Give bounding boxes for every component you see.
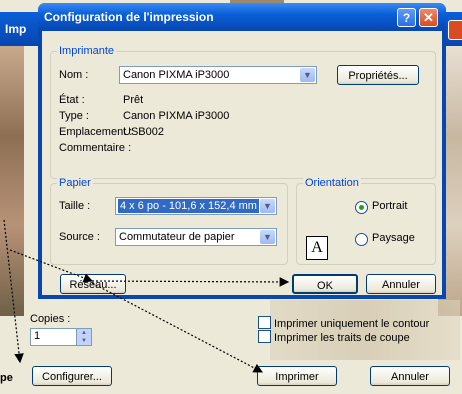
paper-size-label: Taille : xyxy=(59,200,91,212)
portrait-page-icon: A xyxy=(306,236,328,260)
ok-button[interactable]: OK xyxy=(292,274,358,294)
copies-label: Copies : xyxy=(30,313,71,325)
copies-value: 1 xyxy=(34,330,41,342)
network-button[interactable]: Réseau... xyxy=(60,274,126,294)
close-icon[interactable]: ✕ xyxy=(419,8,438,27)
status-value: Prêt xyxy=(123,94,144,106)
photo-preview-left xyxy=(0,46,24,316)
printer-name-label: Nom : xyxy=(59,69,89,81)
type-label: Type : xyxy=(59,110,89,122)
comment-label: Commentaire : xyxy=(59,142,132,154)
configure-button[interactable]: Configurer... xyxy=(32,366,112,386)
location-label: Emplacement : xyxy=(59,126,133,138)
checkbox-icon[interactable] xyxy=(258,330,271,343)
paper-group: Papier Taille : 4 x 6 po - 101,6 x 152,4… xyxy=(50,177,288,265)
paper-size-select[interactable]: 4 x 6 po - 101,6 x 152,4 mm ▼ xyxy=(115,197,277,215)
landscape-radio[interactable] xyxy=(355,233,368,246)
dialog-cancel-button[interactable]: Annuler xyxy=(366,274,436,294)
chevron-down-icon[interactable]: ▼ xyxy=(300,68,315,82)
status-label: État : xyxy=(59,94,85,106)
help-icon[interactable]: ? xyxy=(397,8,416,27)
cut-lines-label: Imprimer les traits de coupe xyxy=(274,332,410,344)
dialog-title: Configuration de l'impression xyxy=(44,10,214,24)
orientation-group-title: Orientation xyxy=(303,177,361,189)
chevron-down-icon[interactable]: ▼ xyxy=(260,230,275,244)
partial-label: pe xyxy=(0,372,13,384)
printer-group-title: Imprimante xyxy=(57,45,117,57)
cut-lines-checkbox[interactable]: Imprimer les traits de coupe xyxy=(258,330,410,344)
print-button[interactable]: Imprimer xyxy=(257,366,337,386)
outline-only-label: Imprimer uniquement le contour xyxy=(274,318,430,330)
print-window-close-icon[interactable] xyxy=(448,20,462,40)
outline-only-checkbox[interactable]: Imprimer uniquement le contour xyxy=(258,316,429,330)
printer-name-value: Canon PIXMA iP3000 xyxy=(123,69,230,81)
checkbox-icon[interactable] xyxy=(258,316,271,329)
paper-group-title: Papier xyxy=(57,177,93,189)
portrait-label[interactable]: Portrait xyxy=(372,200,407,212)
stepper-arrows-icon[interactable]: ▲ ▼ xyxy=(76,329,91,345)
printer-group: Imprimante Nom : Canon PIXMA iP3000 ▼ Pr… xyxy=(50,45,436,179)
location-value: USB002 xyxy=(123,126,164,138)
dialog-titlebar[interactable]: Configuration de l'impression ? ✕ xyxy=(38,3,446,31)
print-window-title: Imp xyxy=(5,22,27,36)
copies-stepper[interactable]: 1 ▲ ▼ xyxy=(30,328,92,346)
paper-source-value: Commutateur de papier xyxy=(119,231,235,243)
paper-source-label: Source : xyxy=(59,231,100,243)
paper-size-value: 4 x 6 po - 101,6 x 152,4 mm xyxy=(118,199,259,213)
background-cancel-button[interactable]: Annuler xyxy=(370,366,450,386)
landscape-label[interactable]: Paysage xyxy=(372,232,415,244)
type-value: Canon PIXMA iP3000 xyxy=(123,110,230,122)
dialog-body: Imprimante Nom : Canon PIXMA iP3000 ▼ Pr… xyxy=(42,31,442,295)
paper-source-select[interactable]: Commutateur de papier ▼ xyxy=(115,228,277,246)
properties-button[interactable]: Propriétés... xyxy=(337,65,419,85)
printer-name-select[interactable]: Canon PIXMA iP3000 ▼ xyxy=(119,66,317,84)
portrait-radio[interactable] xyxy=(355,201,368,214)
print-setup-dialog: Configuration de l'impression ? ✕ Imprim… xyxy=(38,3,446,299)
chevron-down-icon[interactable]: ▼ xyxy=(260,199,275,213)
